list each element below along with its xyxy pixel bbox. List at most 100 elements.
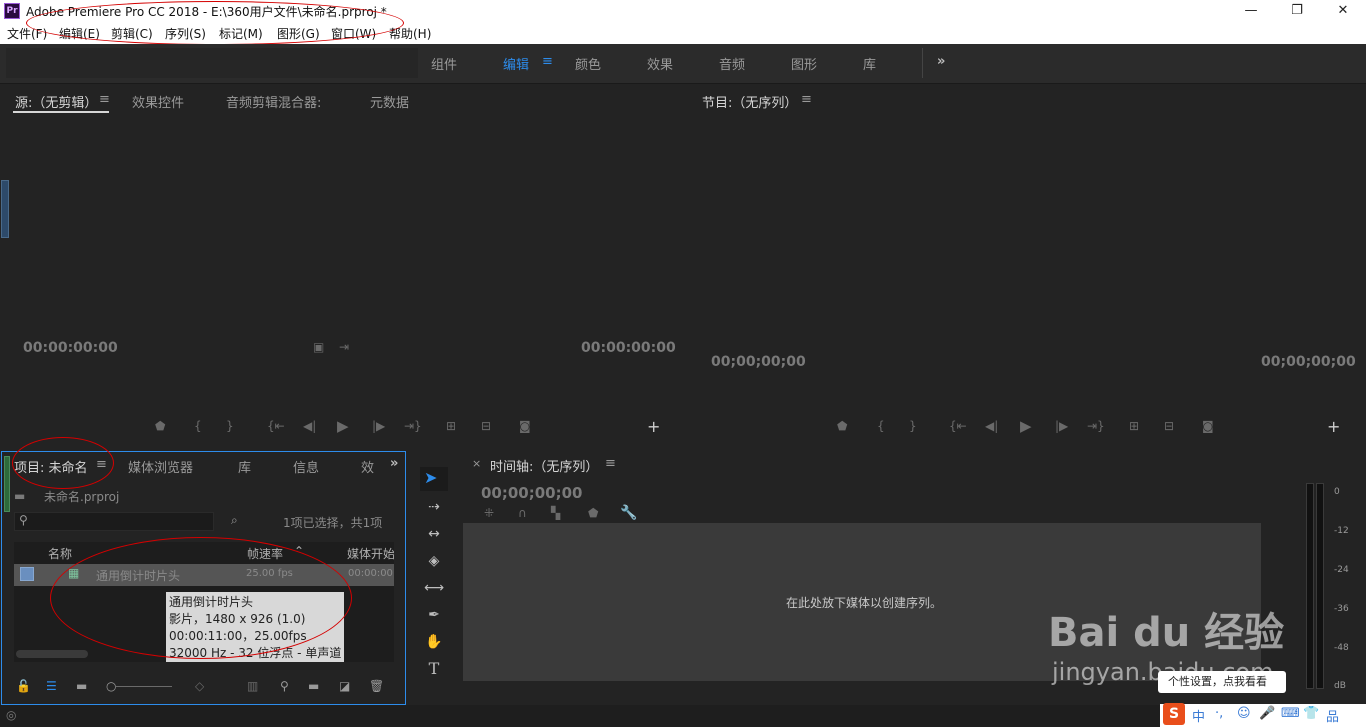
close-window-button[interactable]: ✕ [1320,0,1366,22]
tab-info[interactable]: 信息 [293,457,319,476]
ime-punctuation-mode[interactable]: ·, [1215,706,1223,721]
step-back-icon[interactable]: ◀| [303,419,316,433]
add-marker-icon[interactable]: ⬟ [155,419,165,433]
program-go-to-in-icon[interactable]: {⇤ [949,419,967,433]
mark-in-icon[interactable]: { [194,419,202,433]
ime-voice-icon[interactable]: 🎤 [1259,706,1275,721]
workspace-assembly[interactable]: 组件 [431,54,457,73]
column-name-header[interactable]: 名称 [48,545,72,562]
overwrite-icon[interactable]: ⊟ [481,419,491,433]
horizontal-scrollbar[interactable] [16,650,88,658]
program-mark-in-icon[interactable]: { [877,419,885,433]
program-playhead-timecode[interactable]: 00;00;00;00 [711,354,806,370]
hand-tool-icon[interactable]: ✋ [424,632,444,652]
tab-libraries[interactable]: 库 [238,457,251,476]
insert-markers-icon[interactable]: ▚ [551,506,560,520]
linked-selection-icon[interactable]: ∩ [518,506,527,520]
workspace-more-icon[interactable]: » [937,54,945,69]
program-play-icon[interactable]: ▶ [1020,417,1032,435]
project-search-input[interactable]: ⚲ [14,512,214,531]
ime-toolbox-icon[interactable]: 品 [1326,706,1339,725]
column-media-start-header[interactable]: 媒体开始 [347,545,394,562]
insert-icon[interactable]: ⇥ [339,340,349,354]
label-color-swatch[interactable] [20,567,34,581]
project-scroll-handle[interactable] [4,456,10,512]
program-mark-out-icon[interactable]: } [909,419,917,433]
ime-keyboard-icon[interactable]: ⌨ [1281,706,1300,721]
tab-timeline[interactable]: 时间轴:（无序列） [490,456,598,475]
tab-effect-controls[interactable]: 效果控件 [132,92,184,111]
search-icon: ⚲ [19,513,28,527]
play-icon[interactable]: ▶ [337,417,349,435]
workspace-menu-icon[interactable]: ≡ [542,54,553,69]
timeline-tab-menu-icon[interactable]: ≡ [605,456,616,471]
slip-tool-icon[interactable]: ⟷ [424,578,444,598]
step-forward-icon[interactable]: |▶ [372,419,385,433]
workspace-libraries[interactable]: 库 [863,54,876,73]
source-playhead-timecode[interactable]: 00:00:00:00 [23,340,118,356]
export-frame-icon[interactable]: ◙ [519,419,531,433]
lift-icon[interactable]: ⊞ [1129,419,1139,433]
timeline-timecode[interactable]: 00;00;00;00 [481,484,583,502]
go-to-out-icon[interactable]: ⇥} [404,419,422,433]
program-step-back-icon[interactable]: ◀| [985,419,998,433]
workspace-audio[interactable]: 音频 [719,54,745,73]
program-export-frame-icon[interactable]: ◙ [1202,419,1214,433]
go-to-in-icon[interactable]: {⇤ [267,419,285,433]
program-tab-menu-icon[interactable]: ≡ [801,92,812,107]
extract-icon[interactable]: ⊟ [1164,419,1174,433]
insert-clip-icon[interactable]: ⊞ [446,419,456,433]
sogou-ime-icon[interactable]: S [1163,703,1185,725]
automate-icon[interactable]: ▥ [247,679,258,693]
find-icon[interactable]: ⌕ [231,513,238,528]
drop-frame-icon[interactable]: ▣ [313,340,324,354]
program-go-to-out-icon[interactable]: ⇥} [1087,419,1105,433]
zoom-slider-handle-icon[interactable]: ○ [106,679,116,693]
workspace-color[interactable]: 颜色 [575,54,601,73]
program-add-button-icon[interactable]: + [1327,417,1340,436]
lock-icon[interactable]: 🔓 [16,679,31,693]
ripple-edit-tool-icon[interactable]: ↔ [424,524,444,544]
wrench-icon[interactable]: 🔧 [620,505,637,521]
add-marker-timeline-icon[interactable]: ⬟ [588,506,598,520]
tab-audio-clip-mixer[interactable]: 音频剪辑混合器: [226,92,321,111]
tab-media-browser[interactable]: 媒体浏览器 [128,457,193,476]
list-view-icon[interactable]: ☰ [46,679,57,693]
restore-button[interactable]: ❐ [1274,0,1320,22]
minimize-button[interactable]: — [1228,0,1274,22]
new-item-icon[interactable]: ◪ [339,679,350,693]
tab-source[interactable]: 源:（无剪辑） [15,92,97,111]
tab-metadata[interactable]: 元数据 [370,92,409,111]
mark-out-icon[interactable]: } [226,419,234,433]
clear-icon[interactable]: 🗑 [369,679,384,693]
ime-chinese-mode[interactable]: 中 [1192,706,1205,725]
find-bottom-icon[interactable]: ⚲ [280,679,289,693]
drop-hint: 在此处放下媒体以创建序列。 [786,596,943,610]
ime-skin-icon[interactable]: 👕 [1303,706,1319,721]
selection-tool-icon[interactable]: ➤ [424,468,437,487]
razor-tool-icon[interactable]: ◈ [424,551,444,571]
tab-program[interactable]: 节目:（无序列） [702,92,797,111]
new-bin-icon[interactable]: ▬ [308,679,319,693]
source-tab-menu-icon[interactable]: ≡ [99,92,110,107]
track-select-tool-icon[interactable]: ⇢ [424,497,444,517]
project-more-icon[interactable]: » [390,456,398,471]
tab-effects[interactable]: 效 [361,457,374,476]
ime-emoji-icon[interactable]: ☺ [1237,706,1251,721]
type-tool-icon[interactable]: T [424,659,444,679]
workspace-graphics[interactable]: 图形 [791,54,817,73]
program-step-forward-icon[interactable]: |▶ [1055,419,1068,433]
timeline-close-icon[interactable]: × [472,457,481,470]
source-panel: 源:（无剪辑） ≡ 效果控件 音频剪辑混合器: 元数据 00:00:00:00 … [1,86,685,447]
workspace-effects[interactable]: 效果 [647,54,673,73]
snap-icon[interactable]: ⁜ [484,506,494,520]
pen-tool-icon[interactable]: ✒ [424,605,444,625]
workspace-editing[interactable]: 编辑 [503,54,529,73]
source-scroll-handle[interactable] [1,180,9,238]
sort-icon[interactable]: ◇ [195,679,204,693]
zoom-slider[interactable] [116,686,172,687]
program-add-marker-icon[interactable]: ⬟ [837,419,847,433]
icon-view-icon[interactable]: ▬ [76,679,87,693]
source-add-button-icon[interactable]: + [647,417,660,436]
ime-notice-bubble[interactable]: 个性设置，点我看看 [1158,671,1286,693]
